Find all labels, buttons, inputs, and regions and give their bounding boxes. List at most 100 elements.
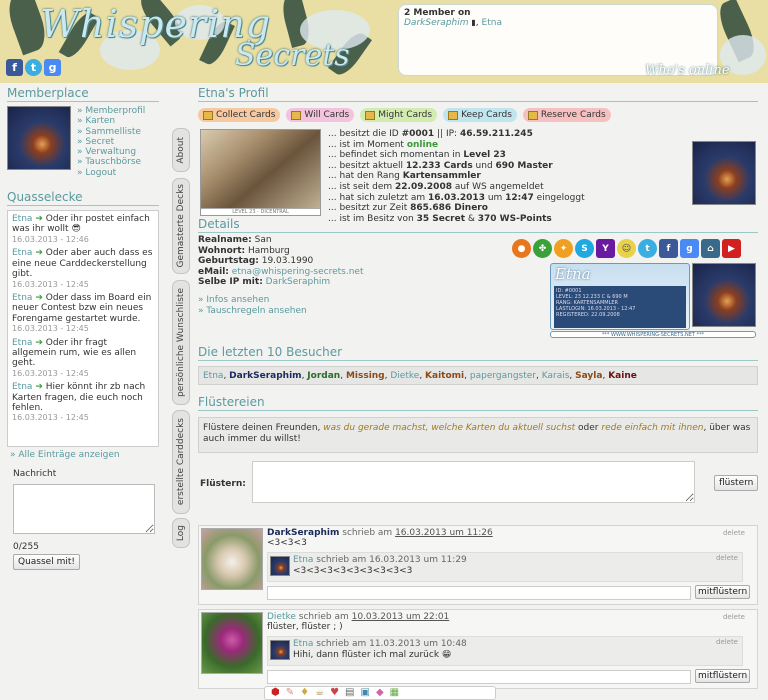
visitor-link[interactable]: Kaine (608, 371, 637, 381)
tab-will-cards[interactable]: Will Cards (286, 108, 355, 122)
facebook-icon[interactable]: f (6, 59, 23, 76)
google-icon[interactable]: g (44, 59, 61, 76)
tab-label: Reserve Cards (540, 110, 606, 120)
delete-link[interactable]: delete (723, 529, 745, 537)
skype-icon[interactable]: S (575, 239, 594, 258)
post-avatar[interactable] (201, 528, 263, 590)
tab-log[interactable]: Log (172, 518, 190, 548)
lastfm-icon[interactable]: ⌂ (701, 239, 720, 258)
email-link[interactable]: etna@whispering-secrets.net (232, 267, 364, 277)
tab-collect-cards[interactable]: Collect Cards (198, 108, 281, 122)
delete-link[interactable]: delete (716, 554, 738, 562)
visitor-link[interactable]: Kaitomi (425, 371, 464, 381)
shout-user[interactable]: Etna (12, 382, 32, 392)
fluestern-button[interactable]: flüstern (714, 475, 759, 491)
fact-lastlogin: ... hat sich zuletzt am 16.03.2013 um 12… (328, 192, 585, 203)
profile-avatar (692, 141, 756, 205)
mitfluestern-button[interactable]: mitflüstern (695, 669, 751, 683)
bell-icon[interactable]: ♦ (300, 687, 309, 699)
coffee-icon[interactable]: ☕ (315, 687, 324, 699)
yahoo-icon[interactable]: Y (596, 239, 615, 258)
emoticon-bar: ⬢ ✎ ♦ ☕ ♥ ▤ ▣ ◆ ▦ (264, 686, 496, 700)
twitter-icon[interactable]: t (25, 59, 42, 76)
heart-icon[interactable]: ♥ (330, 687, 339, 699)
lol-icon[interactable]: ☺ (617, 239, 636, 258)
selbe-ip-link[interactable]: DarkSeraphim (266, 277, 331, 287)
sammelliste-link[interactable]: » Sammelliste (77, 127, 145, 137)
visitor-link[interactable]: Karais (542, 371, 570, 381)
reply-author[interactable]: Etna (293, 639, 313, 649)
delete-link[interactable]: delete (716, 638, 738, 646)
online-member-link[interactable]: Etna (482, 18, 502, 28)
stop-icon[interactable]: ⬢ (271, 687, 280, 699)
shout-user[interactable]: Etna (12, 248, 32, 258)
youtube-icon[interactable]: ▶ (722, 239, 741, 258)
shout-entry: Etna ➔ Hier könnt ihr zb nach Karten fra… (12, 382, 154, 424)
firefox-icon[interactable]: ● (512, 239, 531, 258)
shout-text: Hier könnt ihr zb nach Karten fragen, di… (12, 382, 146, 413)
site-logo-secondary[interactable]: Secrets (235, 38, 350, 73)
post-avatar[interactable] (201, 612, 263, 674)
clover-icon[interactable]: ✤ (533, 239, 552, 258)
fluestern-input[interactable] (252, 461, 695, 503)
tea-icon[interactable]: ▦ (390, 687, 399, 699)
visitor-link[interactable]: Dietke (390, 371, 419, 381)
tab-reserve-cards[interactable]: Reserve Cards (522, 108, 611, 122)
tab-gemasterte-decks[interactable]: Gemasterte Decks (172, 178, 190, 274)
pen-icon[interactable]: ✎ (286, 687, 294, 699)
wohnort-value: Hamburg (248, 245, 290, 256)
visitor-link[interactable]: Sayla (575, 371, 602, 381)
mitfluestern-button[interactable]: mitflüstern (695, 585, 751, 599)
fluestern-intro: Flüstere deinen Freunden, was du gerade … (198, 417, 758, 453)
shout-text: Oder dass im Board ein neuer Contest bzw… (12, 292, 152, 324)
tab-label: erstellte Carddecks (176, 418, 186, 506)
arrow-right-icon: ➔ (35, 292, 43, 303)
google-icon[interactable]: g (680, 239, 699, 258)
printer-icon[interactable]: ▤ (345, 687, 354, 699)
visitor-link[interactable]: Missing (346, 371, 385, 381)
twitter-icon[interactable]: t (638, 239, 657, 258)
reply-author[interactable]: Etna (293, 555, 313, 565)
message-input[interactable] (13, 484, 155, 535)
tab-might-cards[interactable]: Might Cards (360, 108, 438, 122)
gift-icon[interactable]: ▣ (360, 687, 369, 699)
karten-link[interactable]: » Karten (77, 116, 145, 126)
verwaltung-link[interactable]: » Verwaltung (77, 147, 145, 157)
visitor-link[interactable]: Etna (203, 371, 223, 381)
post-author[interactable]: Dietke (267, 612, 296, 622)
facebook-icon[interactable]: f (659, 239, 678, 258)
tab-keep-cards[interactable]: Keep Cards (443, 108, 517, 122)
visitor-link[interactable]: Jordan (307, 371, 340, 381)
shout-user[interactable]: Etna (12, 293, 32, 303)
reply-avatar[interactable] (270, 556, 290, 576)
fluestereien-title: Flüstereien (198, 395, 758, 411)
user-avatar[interactable] (7, 106, 71, 170)
whisper-post: Dietke schrieb am 10.03.2013 um 22:01 fl… (198, 609, 758, 689)
logout-link[interactable]: » Logout (77, 168, 145, 178)
shoutbox[interactable]: Etna ➔ Oder ihr postet einfach was ihr w… (7, 210, 159, 448)
butterfly-icon[interactable]: ✦ (554, 239, 573, 258)
whisper-post: DarkSeraphim schrieb am 16.03.2013 um 11… (198, 525, 758, 605)
all-entries-link[interactable]: » Alle Einträge anzeigen (10, 450, 159, 460)
shout-user[interactable]: Etna (12, 214, 32, 224)
shout-user[interactable]: Etna (12, 338, 32, 348)
secret-link[interactable]: » Secret (77, 137, 145, 147)
tab-erstellte-carddecks[interactable]: erstellte Carddecks (172, 410, 190, 514)
online-member-link[interactable]: DarkSeraphim (404, 18, 469, 28)
fact-cards: ... besitzt aktuell 12.233 Cards und 690… (328, 160, 553, 171)
reply-input[interactable] (267, 586, 691, 600)
delete-link[interactable]: delete (723, 613, 745, 621)
reply-input[interactable] (267, 670, 691, 684)
reply-avatar[interactable] (270, 640, 290, 660)
candy-icon[interactable]: ◆ (376, 687, 384, 699)
smiley-icon: 😎 (71, 224, 81, 235)
quassel-submit-button[interactable]: Quassel mit! (13, 554, 80, 571)
visitor-link[interactable]: DarkSeraphim (229, 371, 301, 381)
visitors-title: Die letzten 10 Besucher (198, 345, 758, 361)
memberprofil-link[interactable]: » Memberprofil (77, 106, 145, 116)
tab-about[interactable]: About (172, 128, 190, 172)
visitor-link[interactable]: papergangster (470, 371, 536, 381)
tab-wunschliste[interactable]: persönliche Wunschliste (172, 280, 190, 405)
tauschboerse-link[interactable]: » Tauschbörse (77, 157, 145, 167)
post-author[interactable]: DarkSeraphim (267, 528, 339, 538)
